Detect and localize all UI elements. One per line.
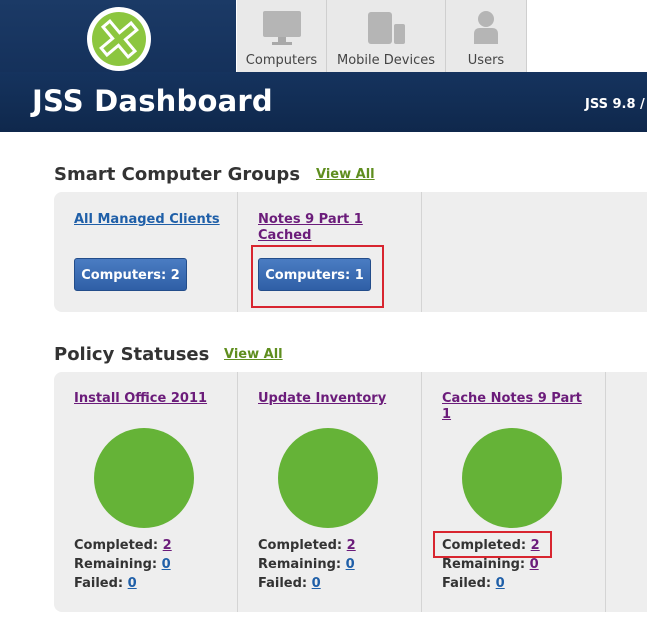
computers-count-button[interactable]: Computers: 2 — [74, 258, 187, 291]
status-pie-chart — [94, 428, 194, 528]
remaining-stat: Remaining: 0 — [74, 557, 171, 572]
nav-label-computers: Computers — [245, 53, 318, 68]
failed-count-link[interactable]: 0 — [496, 576, 505, 591]
top-nav: Computers Mobile Devices Users — [237, 0, 527, 72]
failed-label: Failed: — [442, 576, 492, 591]
nav-tab-users[interactable]: Users — [446, 0, 527, 72]
user-icon — [474, 11, 498, 44]
smart-groups-title: Smart Computer Groups — [54, 164, 301, 185]
status-pie-chart — [462, 428, 562, 528]
status-pie-chart — [278, 428, 378, 528]
smart-group-link-all-managed-clients[interactable]: All Managed Clients — [74, 212, 220, 228]
failed-count-link[interactable]: 0 — [128, 576, 137, 591]
failed-label: Failed: — [74, 576, 124, 591]
smart-group-cell: All Managed Clients Computers: 2 — [54, 192, 238, 312]
completed-count-link[interactable]: 2 — [347, 538, 356, 553]
version-label: JSS 9.8 / — [585, 97, 645, 112]
page-title: JSS Dashboard — [32, 84, 273, 118]
nav-tab-mobile-devices[interactable]: Mobile Devices — [327, 0, 446, 72]
policy-cell: Update Inventory Completed: 2 Remaining:… — [238, 372, 422, 612]
smart-groups-view-all-link[interactable]: View All — [316, 167, 375, 182]
header: JSS Dashboard JSS 9.8 / Computers Mobile… — [0, 0, 647, 132]
completed-label: Completed: — [74, 538, 159, 553]
jamf-logo-icon — [87, 7, 151, 71]
highlight-box — [251, 245, 384, 308]
failed-count-link[interactable]: 0 — [312, 576, 321, 591]
policy-cell: Cache Notes 9 Part 1 Completed: 2 Remain… — [422, 372, 606, 612]
policy-link-install-office[interactable]: Install Office 2011 — [74, 391, 207, 407]
remaining-label: Remaining: — [258, 557, 342, 572]
remaining-count-link[interactable]: 0 — [162, 557, 171, 572]
remaining-label: Remaining: — [442, 557, 526, 572]
policy-statuses-view-all-link[interactable]: View All — [224, 347, 283, 362]
mobile-devices-icon — [368, 12, 405, 44]
failed-stat: Failed: 0 — [74, 576, 137, 591]
policy-link-update-inventory[interactable]: Update Inventory — [258, 391, 386, 407]
policy-statuses-title: Policy Statuses — [54, 344, 210, 365]
policy-cell: Install Office 2011 Completed: 2 Remaini… — [54, 372, 238, 612]
remaining-stat: Remaining: 0 — [442, 557, 539, 572]
nav-label-mobile-devices: Mobile Devices — [336, 53, 435, 68]
smart-group-link-notes-9[interactable]: Notes 9 Part 1 Cached — [258, 212, 388, 244]
completed-stat: Completed: 2 — [74, 538, 172, 553]
remaining-label: Remaining: — [74, 557, 158, 572]
completed-stat: Completed: 2 — [258, 538, 356, 553]
remaining-count-link[interactable]: 0 — [530, 557, 539, 572]
monitor-icon — [262, 11, 301, 45]
policy-link-cache-notes-9[interactable]: Cache Notes 9 Part 1 — [442, 391, 582, 423]
nav-label-users: Users — [467, 53, 505, 68]
failed-label: Failed: — [258, 576, 308, 591]
nav-tab-computers[interactable]: Computers — [237, 0, 327, 72]
remaining-count-link[interactable]: 0 — [346, 557, 355, 572]
highlight-box — [433, 531, 552, 558]
remaining-stat: Remaining: 0 — [258, 557, 355, 572]
completed-count-link[interactable]: 2 — [163, 538, 172, 553]
failed-stat: Failed: 0 — [442, 576, 505, 591]
policy-statuses-panel: Install Office 2011 Completed: 2 Remaini… — [54, 372, 647, 612]
completed-label: Completed: — [258, 538, 343, 553]
failed-stat: Failed: 0 — [258, 576, 321, 591]
